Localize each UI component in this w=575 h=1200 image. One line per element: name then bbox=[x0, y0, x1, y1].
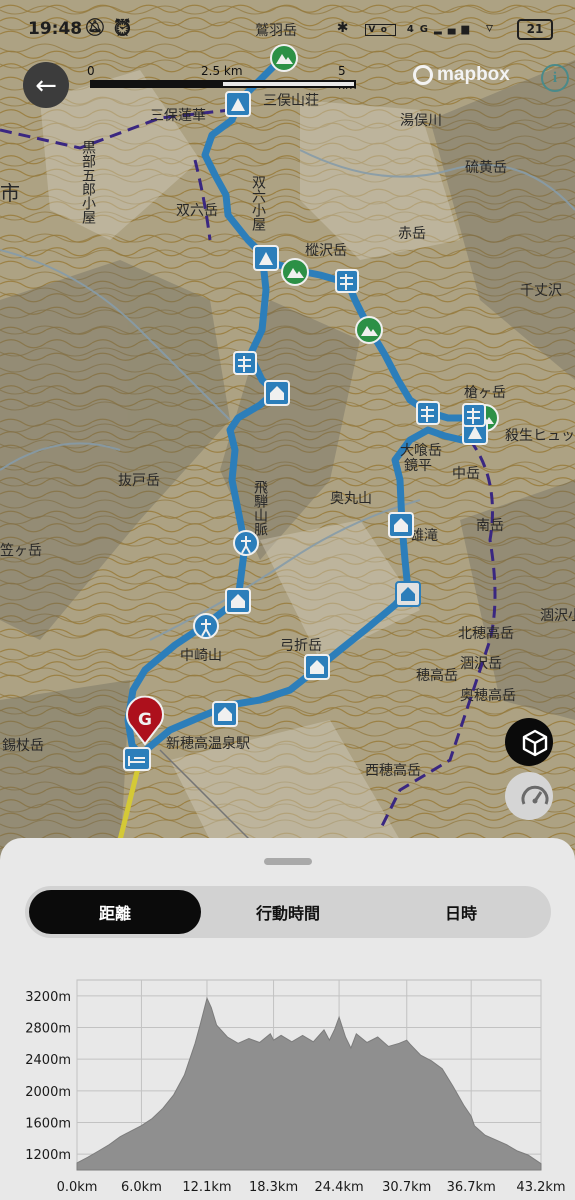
volte-icon: Vo bbox=[365, 24, 396, 36]
y-tick-label: 2000m bbox=[25, 1085, 71, 1100]
x-tick-label: 36.7km bbox=[447, 1180, 496, 1195]
cube-3d-icon bbox=[522, 729, 548, 757]
y-tick-label: 1200m bbox=[25, 1148, 71, 1163]
x-tick-label: 24.4km bbox=[315, 1180, 364, 1195]
wifi-icon: ▿ bbox=[485, 20, 499, 36]
y-tick-label: 2800m bbox=[25, 1022, 71, 1037]
signal-4g-icon: 4G▂▄▆ bbox=[406, 24, 476, 35]
mapbox-logo-text: mapbox bbox=[437, 64, 510, 85]
scale-label-start: 0 bbox=[87, 64, 95, 78]
y-tick-label: 2400m bbox=[25, 1053, 71, 1068]
status-left-icons: 🔕︎⏰︎ bbox=[84, 18, 139, 38]
x-tick-label: 6.0km bbox=[121, 1180, 162, 1195]
bluetooth-icon: ✱ bbox=[336, 20, 355, 36]
tab-activity-time[interactable]: 行動時間 bbox=[202, 890, 374, 934]
view-3d-button[interactable] bbox=[505, 718, 553, 766]
info-icon: i bbox=[552, 70, 558, 86]
tab-distance[interactable]: 距離 bbox=[29, 890, 201, 934]
arrow-left-icon: ← bbox=[35, 71, 57, 101]
map-view[interactable]: 三保蓮華 黒部五郎小屋 双六小屋 鷲羽岳 三俣山荘 双六岳 樅沢岳 赤岳 湯俣川 硫黄岳 千丈沢 槍ヶ… bbox=[0, 0, 575, 860]
sheet-drag-handle[interactable] bbox=[264, 858, 312, 865]
battery-indicator: 21 bbox=[517, 19, 553, 40]
mapbox-logo: mapbox bbox=[413, 64, 510, 86]
x-tick-label: 30.7km bbox=[382, 1180, 431, 1195]
mute-icon: 🔕︎ bbox=[84, 18, 112, 38]
status-bar: 19:48 🔕︎⏰︎ ✱ Vo 4G▂▄▆ ▿ 21 bbox=[0, 0, 575, 58]
scale-bar-graphic bbox=[90, 80, 356, 88]
alarm-icon: ⏰︎ bbox=[111, 18, 140, 38]
speed-button[interactable] bbox=[505, 772, 553, 820]
attribution-info-button[interactable]: i bbox=[541, 64, 569, 92]
status-right-icons: ✱ Vo 4G▂▄▆ ▿ bbox=[337, 20, 499, 36]
x-axis-mode-tabs: 距離 行動時間 日時 bbox=[25, 886, 551, 938]
y-tick-label: 1600m bbox=[25, 1117, 71, 1132]
topo-map-canvas[interactable]: 三保蓮華黒部五郎小屋 双六小屋鷲羽岳三俣山荘双六岳樅沢岳赤岳湯俣川硫黄岳千丈沢槍ヶ… bbox=[0, 0, 575, 860]
x-tick-label: 12.1km bbox=[182, 1180, 231, 1195]
mapbox-logo-icon bbox=[413, 65, 433, 85]
elevation-chart[interactable]: 1200m 1600m 2000m 2400m 2800m 3200m 0.0km 6.0k… bbox=[0, 960, 575, 1200]
scale-label-mid: 2.5 km bbox=[201, 64, 243, 78]
back-button[interactable]: ← bbox=[23, 62, 69, 108]
tab-datetime[interactable]: 日時 bbox=[375, 890, 547, 934]
status-time: 19:48 bbox=[28, 19, 83, 39]
x-tick-label: 43.2km bbox=[516, 1180, 565, 1195]
x-tick-label: 18.3km bbox=[249, 1180, 298, 1195]
x-tick-label: 0.0km bbox=[57, 1180, 98, 1195]
y-tick-label: 3200m bbox=[25, 990, 71, 1005]
map-scale-bar: 0 2.5 km 5 km bbox=[87, 64, 357, 92]
speedometer-icon bbox=[521, 785, 549, 805]
